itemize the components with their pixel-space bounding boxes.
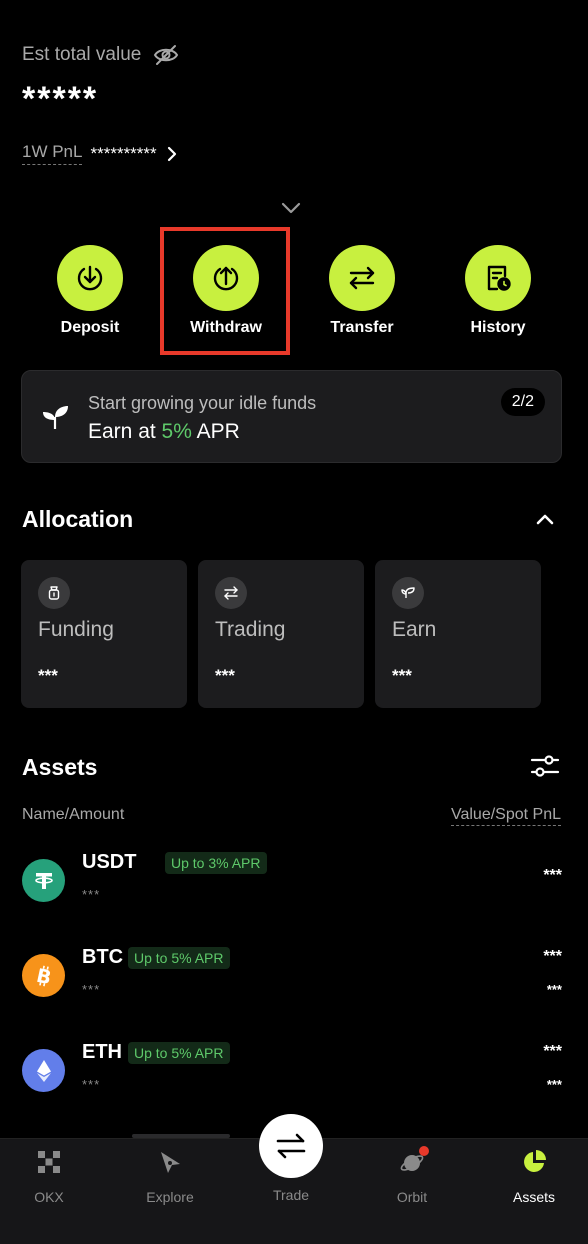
promo-title-suffix: APR [191, 420, 240, 443]
history-button[interactable]: History [430, 245, 566, 337]
column-header-value-pnl[interactable]: Value/Spot PnL [450, 806, 561, 826]
asset-row-eth[interactable]: ETH Up to 5% APR *** *** *** [22, 1041, 562, 1121]
withdraw-icon [213, 266, 239, 291]
history-label: History [470, 319, 526, 336]
nav-label: Assets [512, 1189, 555, 1205]
nav-orbit[interactable]: Orbit [367, 1149, 457, 1205]
nav-explore[interactable]: Explore [125, 1149, 215, 1205]
nav-label: Trade [272, 1187, 310, 1203]
nav-label: OKX [34, 1189, 64, 1205]
apr-badge[interactable]: Up to 5% APR [128, 1042, 230, 1064]
nav-okx[interactable]: OKX [4, 1149, 94, 1205]
apr-badge[interactable]: Up to 3% APR [165, 852, 267, 874]
apr-badge[interactable]: Up to 5% APR [128, 947, 230, 969]
okx-logo-icon [38, 1151, 60, 1173]
allocation-card-trading[interactable]: Trading *** [198, 560, 364, 708]
allocation-card-earn[interactable]: Earn *** [375, 560, 541, 708]
earn-icon-wrap [392, 577, 424, 609]
transfer-circle[interactable] [329, 245, 395, 311]
eye-off-icon[interactable] [153, 44, 179, 66]
allocation-cards: Funding *** Trading *** Earn *** [21, 560, 541, 708]
deposit-circle[interactable] [57, 245, 123, 311]
asset-value: *** [543, 867, 562, 884]
est-total-row: Est total value [22, 44, 179, 66]
allocation-name: Trading [215, 618, 286, 641]
total-value: ***** [22, 80, 99, 118]
earn-promo-banner[interactable]: Start growing your idle funds Earn at 5%… [21, 370, 562, 463]
allocation-value: *** [38, 666, 58, 685]
est-total-label: Est total value [22, 44, 142, 65]
withdraw-button[interactable]: Withdraw [158, 245, 294, 337]
promo-title-prefix: Earn at [88, 420, 162, 443]
compass-icon [161, 1152, 180, 1173]
asset-amount: *** [82, 1077, 101, 1092]
deposit-label: Deposit [60, 319, 120, 336]
allocation-card-funding[interactable]: Funding *** [21, 560, 187, 708]
nav-trade-button[interactable] [259, 1114, 323, 1178]
promo-page-indicator: 2/2 [500, 388, 545, 416]
withdraw-label: Withdraw [190, 319, 262, 336]
funding-icon-wrap [38, 577, 70, 609]
asset-value: *** [543, 948, 562, 965]
assets-title: Assets [22, 754, 98, 780]
orbit-notification-dot [419, 1146, 429, 1156]
trading-icon [224, 586, 238, 600]
withdraw-circle[interactable] [193, 245, 259, 311]
asset-symbol: BTC [82, 946, 124, 968]
asset-pnl: *** [546, 1077, 562, 1092]
promo-subtitle: Start growing your idle funds [88, 393, 317, 413]
btc-coin-icon: B [22, 954, 65, 997]
allocation-value: *** [215, 666, 235, 685]
history-circle[interactable] [465, 245, 531, 311]
asset-amount: *** [82, 982, 101, 997]
quick-actions: Deposit Withdraw Transfer History [22, 245, 566, 337]
usdt-coin-icon [22, 859, 65, 902]
asset-row-btc[interactable]: B BTC Up to 5% APR *** *** *** [22, 946, 562, 1026]
asset-amount: *** [82, 887, 101, 902]
transfer-button[interactable]: Transfer [294, 245, 430, 337]
funding-icon [48, 586, 60, 600]
pie-chart-icon [524, 1150, 546, 1172]
deposit-icon [77, 265, 103, 291]
pnl-row[interactable]: 1W PnL ********** [22, 142, 179, 165]
trading-icon-wrap [215, 577, 247, 609]
nav-label: Orbit [396, 1189, 428, 1205]
nav-assets[interactable]: Assets [489, 1149, 579, 1205]
sprout-icon [43, 406, 68, 429]
chevron-right-icon[interactable] [165, 146, 179, 162]
nav-label: Explore [146, 1189, 194, 1205]
filter-sliders-icon[interactable] [530, 752, 560, 780]
earn-icon [401, 587, 415, 598]
deposit-button[interactable]: Deposit [22, 245, 158, 337]
asset-value: *** [543, 1043, 562, 1060]
asset-symbol: USDT [82, 851, 137, 873]
allocation-name: Earn [392, 618, 437, 641]
column-header-name-amount: Name/Amount [22, 806, 125, 823]
allocation-name: Funding [38, 618, 114, 641]
chevron-down-icon[interactable] [280, 200, 302, 216]
transfer-icon [349, 266, 375, 290]
allocation-title: Allocation [22, 506, 134, 532]
asset-row-usdt[interactable]: USDT Up to 3% APR *** *** [22, 851, 562, 931]
asset-pnl: *** [546, 982, 562, 997]
promo-title: Earn at 5% APR [88, 420, 240, 444]
chevron-up-icon[interactable] [535, 512, 555, 526]
asset-symbol: ETH [82, 1041, 122, 1063]
allocation-value: *** [392, 666, 412, 685]
pnl-value: ********** [90, 143, 157, 163]
transfer-label: Transfer [330, 319, 394, 336]
eth-coin-icon [22, 1049, 65, 1092]
pnl-label[interactable]: 1W PnL [22, 142, 83, 165]
trade-swap-icon [276, 1133, 306, 1159]
promo-rate: 5% [161, 420, 192, 443]
history-icon [487, 265, 511, 291]
